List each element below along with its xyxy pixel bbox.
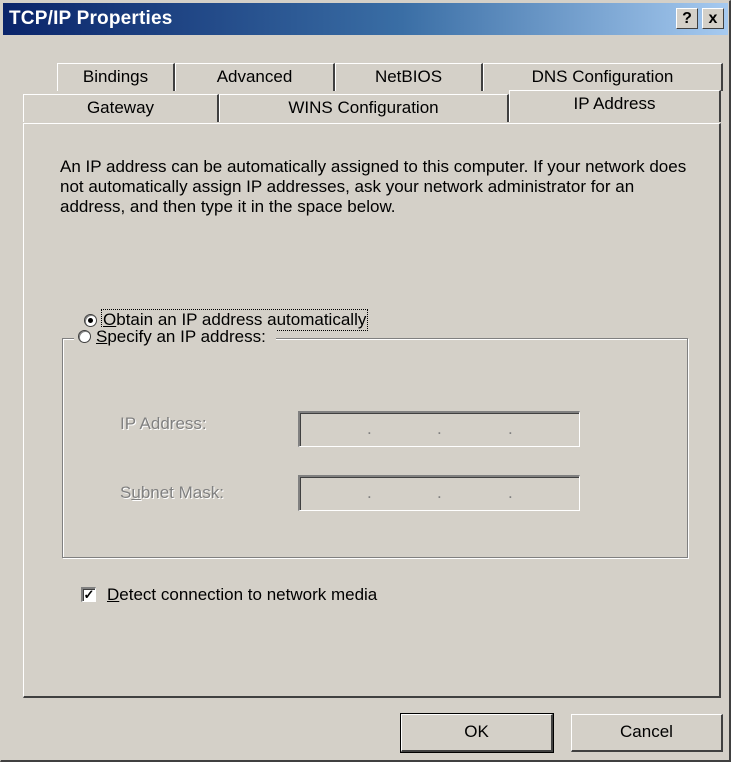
accelerator-key: D (107, 585, 120, 604)
help-icon: ? (682, 10, 692, 27)
label-text: etect connection to network media (119, 585, 378, 604)
octet-separator: . (508, 483, 513, 502)
octet-separator: . (508, 419, 513, 438)
detect-connection-checkbox[interactable]: ✓ (81, 587, 96, 602)
octet-separator: . (367, 419, 372, 438)
tab-label: Gateway (86, 98, 155, 117)
tcpip-properties-dialog: TCP/IP Properties ? x Bindings Advanced … (0, 0, 731, 762)
cancel-button[interactable]: Cancel (571, 714, 723, 752)
tab-gateway[interactable]: Gateway (23, 94, 219, 122)
tab-label: DNS Configuration (531, 67, 674, 86)
tab-label: WINS Configuration (288, 98, 439, 117)
specify-ip-legend: Specify an IP address: (74, 327, 276, 347)
tab-ip-address[interactable]: IP Address (509, 90, 721, 122)
specify-ip-groupbox (62, 338, 688, 558)
window-title: TCP/IP Properties (9, 8, 173, 29)
tab-netbios[interactable]: NetBIOS (335, 63, 483, 91)
close-button[interactable]: x (702, 8, 724, 29)
octet-separator: . (437, 483, 442, 502)
octet-separator: . (367, 483, 372, 502)
obtain-auto-radio[interactable] (84, 314, 97, 327)
tab-bindings[interactable]: Bindings (57, 63, 175, 91)
tab-label: Bindings (82, 67, 149, 86)
ip-address-field[interactable]: . . . (298, 411, 580, 447)
tab-dns-configuration[interactable]: DNS Configuration (483, 63, 723, 91)
label-text: S (120, 483, 132, 502)
octet-separator: . (437, 419, 442, 438)
tab-label: Advanced (216, 67, 293, 86)
label-text: bnet Mask: (140, 483, 224, 502)
close-icon: x (708, 10, 718, 27)
specify-ip-label[interactable]: Specify an IP address: (96, 327, 266, 346)
accelerator-key: u (131, 483, 141, 502)
check-icon: ✓ (83, 587, 95, 602)
ip-address-label: IP Address: (120, 414, 207, 433)
ok-button[interactable]: OK (400, 713, 554, 753)
subnet-mask-field[interactable]: . . . (298, 475, 580, 511)
detect-connection-label[interactable]: Detect connection to network media (107, 585, 377, 605)
ip-address-panel: An IP address can be automatically assig… (23, 123, 721, 698)
tab-advanced[interactable]: Advanced (175, 63, 335, 91)
title-bar[interactable]: TCP/IP Properties ? x (3, 3, 728, 35)
help-button[interactable]: ? (676, 8, 698, 29)
accelerator-key: S (96, 327, 108, 346)
specify-ip-radio[interactable] (78, 330, 91, 344)
subnet-mask-label: Subnet Mask: (120, 483, 224, 503)
label-text: pecify an IP address: (107, 327, 266, 346)
tab-wins-configuration[interactable]: WINS Configuration (219, 94, 509, 122)
description-text: An IP address can be automatically assig… (60, 157, 687, 216)
radio-selected-dot (88, 318, 93, 323)
tab-label: NetBIOS (374, 67, 443, 86)
tab-label: IP Address (573, 94, 656, 113)
